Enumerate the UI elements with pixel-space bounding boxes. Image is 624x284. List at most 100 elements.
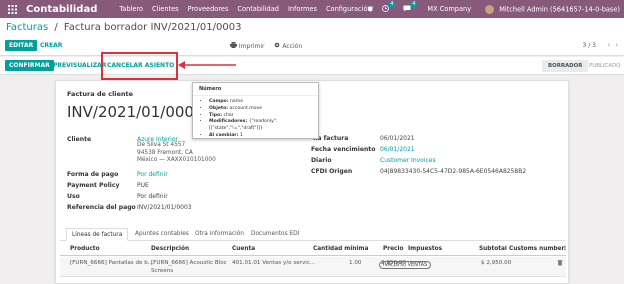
tooltip-key: Al cambiar: xyxy=(209,132,239,138)
messages-count: 4 xyxy=(410,0,418,8)
journal-label: Diario xyxy=(311,157,332,164)
subtotal-cell: $ 2,950.00 xyxy=(481,260,512,266)
payment-policy-field[interactable]: PUE xyxy=(137,182,149,189)
bug-icon[interactable] xyxy=(367,5,374,14)
control-panel: Facturas / Factura borrador INV/2021/01/… xyxy=(0,18,624,56)
due-date-field[interactable]: 06/01/2021 xyxy=(380,146,415,153)
menu-item-clientes[interactable]: Clientes xyxy=(152,5,179,13)
invoice-lines-header: Producto Descripción Cuenta Cantidad mín… xyxy=(60,244,568,256)
tab-invoice-lines[interactable]: Líneas de factura xyxy=(66,228,129,241)
cfdi-label: CFDI Origen xyxy=(311,168,353,175)
status-draft: BORRADOR xyxy=(542,60,589,72)
pager-next-icon[interactable]: › xyxy=(615,41,618,49)
invoice-date-field[interactable]: 06/01/2021 xyxy=(380,135,415,142)
tooltip-value: account.move xyxy=(229,105,263,111)
top-navbar: Contabilidad Tablero Clientes Proveedore… xyxy=(0,0,624,18)
tab-journal-items[interactable]: Apuntes contables xyxy=(130,228,194,241)
document-type: Factura de cliente xyxy=(67,90,134,98)
apps-grid-icon[interactable] xyxy=(4,0,20,18)
column-header[interactable]: Precio xyxy=(383,246,403,252)
tooltip-row: Modificadores: {"readonly":[["state","!=… xyxy=(209,119,312,133)
edit-button[interactable]: EDITAR xyxy=(5,40,38,51)
description-cell-line-2[interactable]: Screens xyxy=(151,268,173,274)
print-label: Imprimir xyxy=(238,43,265,50)
menu-item-configuracion[interactable]: Configuración xyxy=(326,5,372,13)
highlight-box xyxy=(101,52,178,80)
user-menu[interactable]: Mitchell Admin (5641657-14-0-base) xyxy=(485,4,620,14)
create-button[interactable]: CREAR xyxy=(40,42,62,49)
breadcrumb-separator: / xyxy=(54,22,58,33)
pager-arrows: ‹ › xyxy=(607,41,618,49)
due-date-label: Fecha vencimiento xyxy=(311,146,376,153)
print-dropdown[interactable]: Imprimir xyxy=(230,42,264,50)
activities-count: 4 xyxy=(388,0,396,8)
column-header[interactable]: Cantidad mínima xyxy=(313,246,368,252)
product-cell[interactable]: [FURN_6666] Pantallas de b... xyxy=(70,260,153,266)
confirm-button[interactable]: CONFIRMAR xyxy=(5,60,54,71)
tooltip-key: Modificadores: xyxy=(209,119,248,125)
activities-indicator[interactable]: 4 xyxy=(382,0,396,14)
pager-value[interactable]: 3 / 3 xyxy=(583,42,596,49)
description-cell[interactable]: [FURN_6666] Acoustic Bloc xyxy=(151,260,227,266)
tooltip-key: Tipo: xyxy=(209,112,222,118)
user-name: Mitchell Admin (5641657-14-0-base) xyxy=(499,5,620,13)
action-dropdown[interactable]: Acción xyxy=(274,42,302,50)
column-options-icon[interactable]: ⋮ xyxy=(562,246,568,252)
menu-item-informes[interactable]: Informes xyxy=(288,5,317,13)
column-header[interactable]: Subtotal xyxy=(479,246,507,252)
tax-tag[interactable]: IVA(16%) VENTAS xyxy=(379,261,432,269)
menu-item-proveedores[interactable]: Proveedores xyxy=(188,5,229,13)
tooltip-row: Campo: name xyxy=(209,99,312,106)
notebook-tabs: Líneas de factura Apuntes contables Otra… xyxy=(60,228,566,241)
payment-form-field[interactable]: Por definir xyxy=(137,171,168,178)
status-posted: PUBLICADO xyxy=(589,63,621,69)
customer-label: Cliente xyxy=(67,136,92,143)
tooltip-row: Al cambiar: 1 xyxy=(209,133,312,140)
column-header[interactable]: Impuestos xyxy=(408,246,442,252)
tooltip-details: Campo: name Objeto: account.move Tipo: c… xyxy=(193,96,318,140)
address-line-1: De Silva St 4557 xyxy=(137,142,186,148)
field-tooltip: Número Campo: name Objeto: account.move … xyxy=(192,82,319,139)
usage-field[interactable]: Por definir xyxy=(137,193,168,200)
messages-indicator[interactable]: 4 xyxy=(403,0,418,14)
pager-prev-icon[interactable]: ‹ xyxy=(607,41,610,49)
company-switcher[interactable]: MX Company xyxy=(427,5,471,13)
menu-item-contabilidad[interactable]: Contabilidad xyxy=(237,5,279,13)
quantity-cell[interactable]: 1.00 xyxy=(349,260,361,266)
cfdi-field[interactable]: 04|89833430-54C5-47D2-985A-6E0546A8258B2 xyxy=(380,168,526,175)
payment-form-label: Forma de pago xyxy=(67,171,119,178)
tooltip-key: Objeto: xyxy=(209,105,229,111)
column-header[interactable]: Producto xyxy=(70,246,100,252)
tooltip-value: char xyxy=(223,112,234,118)
payment-ref-label: Referencia del pago xyxy=(67,204,136,211)
account-cell[interactable]: 401.01.01 Ventas y/o servic... xyxy=(232,260,315,266)
tooltip-row: Objeto: account.move xyxy=(209,106,312,113)
table-row[interactable]: [FURN_6666] Pantallas de b... [FURN_6666… xyxy=(60,257,566,277)
action-label: Acción xyxy=(282,43,303,50)
delete-line-icon[interactable] xyxy=(557,259,563,268)
payment-ref-field[interactable]: INV/2021/01/0003 xyxy=(137,204,192,211)
breadcrumb: Facturas / Factura borrador INV/2021/01/… xyxy=(6,22,241,33)
column-header[interactable]: Cuenta xyxy=(232,246,255,252)
breadcrumb-parent[interactable]: Facturas xyxy=(6,22,48,33)
tooltip-value: name xyxy=(230,99,244,104)
column-header[interactable]: Descripción xyxy=(151,246,189,252)
main-menu: Tablero Clientes Proveedores Contabilida… xyxy=(119,5,371,13)
app-brand[interactable]: Contabilidad xyxy=(26,4,97,15)
menu-item-tablero[interactable]: Tablero xyxy=(119,5,143,13)
customer-address: De Silva St 4557 94538 Fremont, CA Méxic… xyxy=(137,142,216,165)
payment-policy-label: Payment Policy xyxy=(67,182,120,189)
journal-field[interactable]: Customer Invoices xyxy=(380,157,436,164)
tab-other-info[interactable]: Otra información xyxy=(190,228,249,241)
form-statusbar: CONFIRMAR PREVISUALIZAR CANCELAR ASIENTO… xyxy=(0,57,624,75)
avatar xyxy=(485,4,495,14)
preview-button[interactable]: PREVISUALIZAR xyxy=(53,62,106,69)
document-number: INV/2021/01/0003 xyxy=(67,103,204,121)
column-header[interactable]: Customs number xyxy=(509,246,564,252)
tooltip-key: Campo: xyxy=(209,99,229,104)
usage-label: Uso xyxy=(67,193,80,200)
tab-edi-documents[interactable]: Documentos EDI xyxy=(246,228,304,241)
tooltip-value: 1 xyxy=(239,132,243,138)
action-buttons: Imprimir Acción xyxy=(230,42,302,50)
systray: 4 4 MX Company Mitchell Admin (5641657-1… xyxy=(367,0,620,18)
